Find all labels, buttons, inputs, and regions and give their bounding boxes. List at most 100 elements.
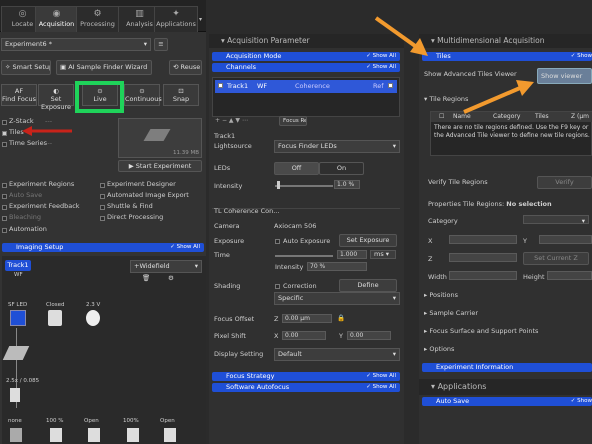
set-current-z-button[interactable]: Set Current Z	[523, 252, 589, 265]
show-all-toggle[interactable]: ✓ Show All	[366, 63, 396, 72]
show-all-toggle[interactable]: ✓ Show All	[170, 243, 200, 252]
led-source-icon[interactable]	[10, 310, 26, 326]
automation-checkbox[interactable]	[2, 228, 7, 233]
time-series-label: Time Series	[9, 139, 47, 147]
smart-setup-button[interactable]: ✧ Smart Setup	[1, 60, 51, 75]
sample-carrier-toggle[interactable]: ▸ Sample Carrier	[424, 309, 478, 317]
automated-export-checkbox[interactable]	[100, 194, 105, 199]
reflector-icon[interactable]	[50, 428, 62, 442]
show-toggle[interactable]: ✓ Show	[571, 52, 592, 61]
header-checkbox[interactable]: ☐	[439, 112, 444, 122]
widefield-value: +Widefield	[134, 262, 170, 270]
experiment-select[interactable]: Experiment6 * ▾	[1, 38, 151, 51]
focus-surface-toggle[interactable]: ▸ Focus Surface and Support Points	[424, 327, 538, 335]
experiment-menu-button[interactable]: ≡	[154, 38, 168, 51]
time-unit-select[interactable]: ms ▾	[370, 250, 396, 259]
focus-ref-button[interactable]: Focus Ref.	[279, 116, 307, 126]
show-all-toggle[interactable]: ✓ Show All	[366, 383, 396, 392]
widefield-select[interactable]: +Widefield ▾	[130, 260, 202, 273]
bleaching-checkbox[interactable]	[2, 216, 7, 221]
channel-checkbox[interactable]	[218, 83, 223, 88]
time-slider[interactable]	[275, 255, 333, 257]
channel-row[interactable]: Track1 WF Coherence Ref	[215, 80, 397, 93]
category-select[interactable]: ▾	[523, 215, 589, 224]
start-experiment-label: Start Experiment	[135, 162, 192, 170]
focus-offset-input[interactable]: 0.00 µm	[282, 314, 332, 323]
positions-toggle[interactable]: ▸ Positions	[424, 291, 458, 299]
track1-button[interactable]: Track1	[5, 260, 31, 271]
track-settings-icon[interactable]: ⚙	[168, 274, 174, 282]
show-viewer-button[interactable]: Show viewer	[537, 68, 592, 84]
options-toggle[interactable]: ▸ Options	[424, 345, 454, 353]
tiles-header[interactable]: Tiles ✓ Show	[422, 52, 592, 61]
auto-exposure-checkbox[interactable]	[275, 239, 280, 244]
intensity2-input[interactable]: 70 %	[307, 262, 367, 271]
reuse-button[interactable]: ⟲ Reuse	[169, 60, 202, 75]
lightsource-select[interactable]: Focus Finder LEDs ▾	[274, 140, 400, 153]
set-exposure-button[interactable]: ◐ Set Exposure	[38, 84, 74, 111]
remove-icon[interactable]: −	[222, 117, 229, 124]
snap-button[interactable]: ⊡ Snap	[163, 84, 199, 106]
show-toggle[interactable]: ✓ Show	[571, 397, 592, 406]
camera-port-icon[interactable]	[127, 428, 139, 442]
objective-icon[interactable]	[10, 388, 20, 402]
tabs-menu-icon[interactable]: ▾	[199, 16, 202, 23]
channels-header[interactable]: Channels ✓ Show All	[212, 63, 400, 72]
filter-icon[interactable]	[10, 428, 22, 442]
header-z[interactable]: Z (µm	[571, 112, 589, 122]
direct-processing-checkbox[interactable]	[100, 216, 105, 221]
camera-shutter-icon[interactable]	[164, 428, 176, 442]
channel-ref-checkbox[interactable]	[388, 83, 393, 88]
add-icon[interactable]: +	[215, 117, 222, 124]
pixel-shift-x-input[interactable]: 0.00	[282, 331, 326, 340]
start-experiment-button[interactable]: ▶ Start Experiment	[118, 160, 202, 172]
auto-save-header[interactable]: Auto Save ✓ Show	[422, 397, 592, 406]
led-on-button[interactable]: On	[319, 162, 364, 175]
continuous-button[interactable]: ⊙ Continuous	[124, 84, 162, 106]
focus-offset-z-label: Z	[274, 315, 279, 323]
correction-checkbox[interactable]	[275, 284, 280, 289]
z-stack-checkbox[interactable]	[2, 120, 7, 125]
channel-options-icon[interactable]: ⋯	[242, 117, 248, 124]
channels-title: Channels	[226, 63, 257, 71]
experiment-info-header[interactable]: Experiment Information	[422, 363, 592, 372]
lamp-icon[interactable]	[86, 310, 100, 326]
shading-mode-select[interactable]: Specific ▾	[274, 292, 400, 305]
experiment-designer-checkbox[interactable]	[100, 183, 105, 188]
set-exposure-param-button[interactable]: Set Exposure	[339, 234, 397, 247]
auto-save-checkbox[interactable]	[2, 194, 7, 199]
led-off-button[interactable]: Off	[274, 162, 319, 175]
aperture-icon[interactable]	[88, 428, 100, 442]
show-all-toggle[interactable]: ✓ Show All	[366, 372, 396, 381]
x-input[interactable]	[449, 235, 517, 244]
verify-button[interactable]: Verify	[537, 176, 592, 189]
time-input[interactable]: 1.000	[337, 250, 367, 259]
experiment-regions-checkbox[interactable]	[2, 183, 7, 188]
lock-icon[interactable]: 🔒	[337, 314, 345, 322]
tab-processing[interactable]: ⚙ Processing	[76, 6, 119, 32]
find-focus-button[interactable]: AF Find Focus	[1, 84, 37, 106]
shuttle-find-checkbox[interactable]	[100, 205, 105, 210]
define-button[interactable]: Define	[339, 279, 397, 292]
intensity-slider-handle[interactable]	[277, 181, 280, 189]
z-input[interactable]	[449, 253, 517, 262]
shutter-icon[interactable]	[48, 310, 62, 326]
intensity-input[interactable]: 1.0 %	[334, 180, 360, 189]
tab-applications[interactable]: ✦ Applications	[154, 6, 198, 32]
time-series-checkbox[interactable]	[2, 142, 7, 147]
ai-sample-finder-button[interactable]: ▣ AI Sample Finder Wizard	[56, 60, 152, 75]
delete-track-icon[interactable]: 🗑	[142, 274, 150, 282]
y-input[interactable]	[539, 235, 592, 244]
intensity-slider[interactable]	[275, 185, 333, 187]
pixel-shift-y-input[interactable]: 0.00	[347, 331, 391, 340]
imaging-setup-header[interactable]: Imaging Setup ✓ Show All	[2, 243, 204, 252]
display-setting-select[interactable]: Default ▾	[274, 348, 400, 361]
software-autofocus-header[interactable]: Software Autofocus ✓ Show All	[212, 383, 400, 392]
focus-strategy-header[interactable]: Focus Strategy ✓ Show All	[212, 372, 400, 381]
experiment-feedback-checkbox[interactable]	[2, 205, 7, 210]
tab-acquisition[interactable]: ◉ Acquisition	[35, 6, 78, 32]
height-input[interactable]	[547, 271, 592, 280]
tl-coherence-section[interactable]: TL Coherence Con...	[214, 207, 279, 215]
tiles-checkbox[interactable]	[2, 131, 7, 136]
width-input[interactable]	[449, 271, 517, 280]
